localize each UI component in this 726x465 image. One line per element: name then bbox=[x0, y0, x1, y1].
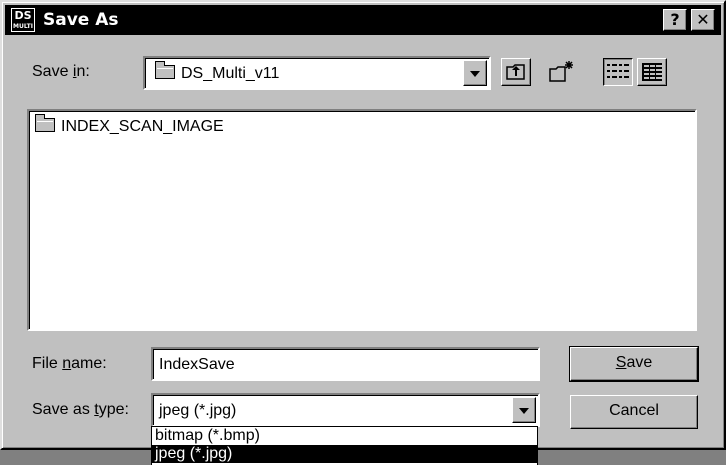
folder-icon bbox=[35, 114, 55, 132]
up-one-level-icon bbox=[506, 64, 525, 80]
help-button[interactable]: ? bbox=[663, 9, 687, 31]
list-view-button[interactable] bbox=[603, 58, 633, 86]
file-name-label: File name: bbox=[32, 355, 107, 372]
chevron-down-icon[interactable] bbox=[512, 397, 536, 423]
save-in-label: Save in: bbox=[32, 63, 90, 80]
up-one-level-button[interactable] bbox=[501, 58, 531, 86]
save-as-type-dropdown[interactable]: jpeg (*.jpg) bbox=[151, 393, 540, 427]
app-icon-text-bottom: MULTI bbox=[12, 22, 34, 31]
title-bar[interactable]: DS MULTI Save As ? ✕ bbox=[5, 5, 721, 35]
file-name-input[interactable]: IndexSave bbox=[151, 347, 540, 381]
close-button[interactable]: ✕ bbox=[691, 9, 715, 31]
option-jpeg[interactable]: jpeg (*.jpg) bbox=[152, 445, 537, 463]
folder-icon bbox=[155, 61, 175, 79]
cancel-button[interactable]: Cancel bbox=[570, 395, 698, 429]
new-folder-icon bbox=[549, 61, 573, 82]
window-title: Save As bbox=[43, 10, 119, 30]
save-as-type-value: jpeg (*.jpg) bbox=[159, 402, 237, 419]
details-view-icon bbox=[642, 63, 662, 81]
app-icon-text-top: DS bbox=[12, 9, 34, 22]
file-name-value: IndexSave bbox=[159, 356, 235, 373]
save-button[interactable]: Save bbox=[569, 346, 699, 382]
save-in-dropdown[interactable]: DS_Multi_v11 bbox=[143, 56, 491, 90]
option-bitmap[interactable]: bitmap (*.bmp) bbox=[152, 427, 537, 445]
app-icon: DS MULTI bbox=[11, 8, 35, 32]
details-view-button[interactable] bbox=[637, 58, 667, 86]
save-in-value: DS_Multi_v11 bbox=[181, 65, 280, 82]
file-item-name: INDEX_SCAN_IMAGE bbox=[61, 118, 224, 135]
save-as-dialog: DS MULTI Save As ? ✕ Save in: DS_Multi_v… bbox=[0, 0, 726, 450]
new-folder-button[interactable] bbox=[547, 58, 577, 86]
list-view-icon bbox=[607, 64, 629, 78]
save-as-type-label: Save as type: bbox=[32, 401, 129, 418]
save-as-type-options[interactable]: bitmap (*.bmp) jpeg (*.jpg) bbox=[151, 426, 538, 465]
list-item[interactable]: INDEX_SCAN_IMAGE bbox=[35, 114, 224, 137]
file-list[interactable]: INDEX_SCAN_IMAGE bbox=[27, 109, 697, 331]
chevron-down-icon[interactable] bbox=[463, 60, 487, 86]
